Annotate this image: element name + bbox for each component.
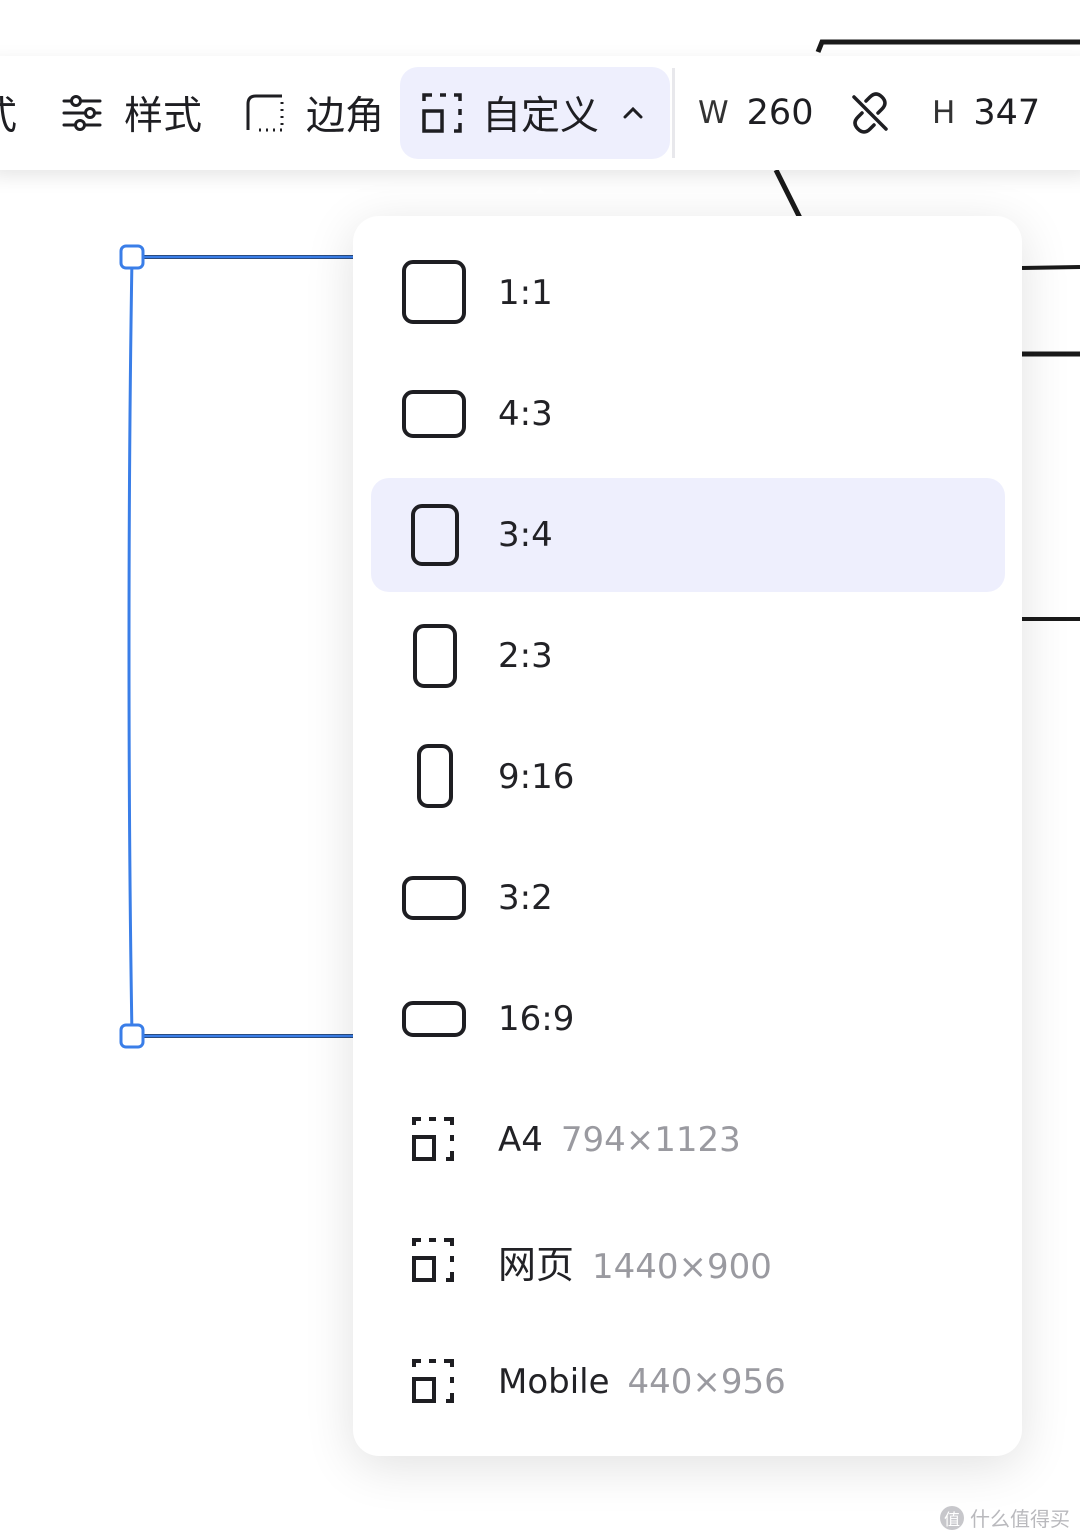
portrait-2-3-icon bbox=[413, 624, 457, 688]
watermark-text: 什么值得买 bbox=[970, 1507, 1070, 1531]
watermark: 值 什么值得买 bbox=[940, 1503, 1070, 1532]
chevron-up-icon bbox=[623, 106, 643, 119]
portrait-9-16-icon bbox=[417, 744, 453, 808]
menu-item-label: 4:3 bbox=[498, 394, 553, 434]
menu-item-2-3[interactable]: 2:3 bbox=[371, 599, 1005, 713]
aspect-ratio-menu: 1:1 4:3 3:4 2:3 9:16 3:2 16:9 A4 794×112… bbox=[353, 216, 1022, 1456]
menu-item-4-3[interactable]: 4:3 bbox=[371, 357, 1005, 471]
height-value[interactable]: 347 bbox=[973, 93, 1040, 133]
selected-frame bbox=[132, 255, 360, 1038]
height-letter: H bbox=[932, 95, 956, 131]
menu-item-size: 794×1123 bbox=[560, 1120, 741, 1160]
resize-handle-bottom-left bbox=[119, 1023, 145, 1049]
menu-item-1-1[interactable]: 1:1 bbox=[371, 236, 1005, 350]
portrait-3-4-icon bbox=[411, 504, 459, 566]
toolbar-clipped-label: 式 bbox=[0, 85, 17, 141]
menu-item-label: 3:4 bbox=[498, 515, 553, 555]
landscape-3-2-icon bbox=[402, 876, 466, 920]
dropdown-pointer bbox=[512, 188, 568, 218]
menu-item-label: 1:1 bbox=[498, 273, 553, 313]
landscape-4-3-icon bbox=[402, 390, 466, 438]
menu-item-label: 16:9 bbox=[498, 999, 575, 1039]
menu-item-label: A4 794×1123 bbox=[498, 1120, 741, 1160]
watermark-badge: 值 bbox=[940, 1505, 964, 1530]
style-button[interactable]: 样式 bbox=[58, 56, 202, 170]
sketch-stroke bbox=[815, 39, 1080, 53]
menu-item-mobile[interactable]: Mobile 440×956 bbox=[371, 1325, 1005, 1439]
corner-label: 边角 bbox=[306, 94, 385, 139]
menu-item-label: Mobile 440×956 bbox=[498, 1362, 786, 1402]
width-field[interactable]: W 260 bbox=[698, 56, 813, 170]
menu-item-3-4[interactable]: 3:4 bbox=[371, 478, 1005, 592]
square-ratio-icon bbox=[402, 260, 466, 324]
menu-item-label: 3:2 bbox=[498, 878, 553, 918]
menu-item-label: 网页 1440×900 bbox=[498, 1242, 772, 1287]
frame-size-icon bbox=[422, 93, 462, 133]
width-letter: W bbox=[698, 95, 729, 131]
style-label: 样式 bbox=[124, 94, 203, 139]
menu-item-size: 1440×900 bbox=[592, 1246, 772, 1287]
custom-size-dropdown-button[interactable]: 自定义 bbox=[400, 67, 670, 159]
resize-handle-top-left bbox=[119, 244, 145, 270]
aspect-lock-toggle[interactable] bbox=[848, 56, 892, 170]
sketch-stroke bbox=[1021, 265, 1080, 270]
frame-size-icon bbox=[412, 1238, 454, 1282]
corner-radius-icon bbox=[246, 94, 284, 132]
sketch-stroke bbox=[773, 168, 803, 220]
landscape-16-9-icon bbox=[402, 1001, 466, 1037]
frame-size-icon bbox=[412, 1359, 454, 1403]
menu-item-webpage[interactable]: 网页 1440×900 bbox=[371, 1204, 1005, 1318]
property-toolbar: 式 样式 边角 bbox=[0, 56, 1080, 170]
toolbar-clipped-item[interactable]: 式 bbox=[0, 56, 17, 170]
menu-item-3-2[interactable]: 3:2 bbox=[371, 841, 1005, 955]
custom-size-label: 自定义 bbox=[482, 94, 600, 139]
width-value[interactable]: 260 bbox=[747, 93, 814, 133]
corner-button[interactable]: 边角 bbox=[242, 56, 384, 170]
unlink-icon bbox=[852, 92, 888, 134]
menu-item-size: 440×956 bbox=[627, 1362, 786, 1402]
toolbar-divider bbox=[672, 68, 675, 158]
menu-item-label: 2:3 bbox=[498, 636, 553, 676]
menu-item-a4[interactable]: A4 794×1123 bbox=[371, 1083, 1005, 1197]
selection-outline bbox=[127, 255, 360, 1038]
menu-item-16-9[interactable]: 16:9 bbox=[371, 962, 1005, 1076]
menu-item-9-16[interactable]: 9:16 bbox=[371, 720, 1005, 834]
menu-item-label: 9:16 bbox=[498, 757, 575, 797]
height-field[interactable]: H 347 bbox=[932, 56, 1040, 170]
frame-size-icon bbox=[412, 1117, 454, 1161]
sliders-icon bbox=[62, 95, 102, 131]
